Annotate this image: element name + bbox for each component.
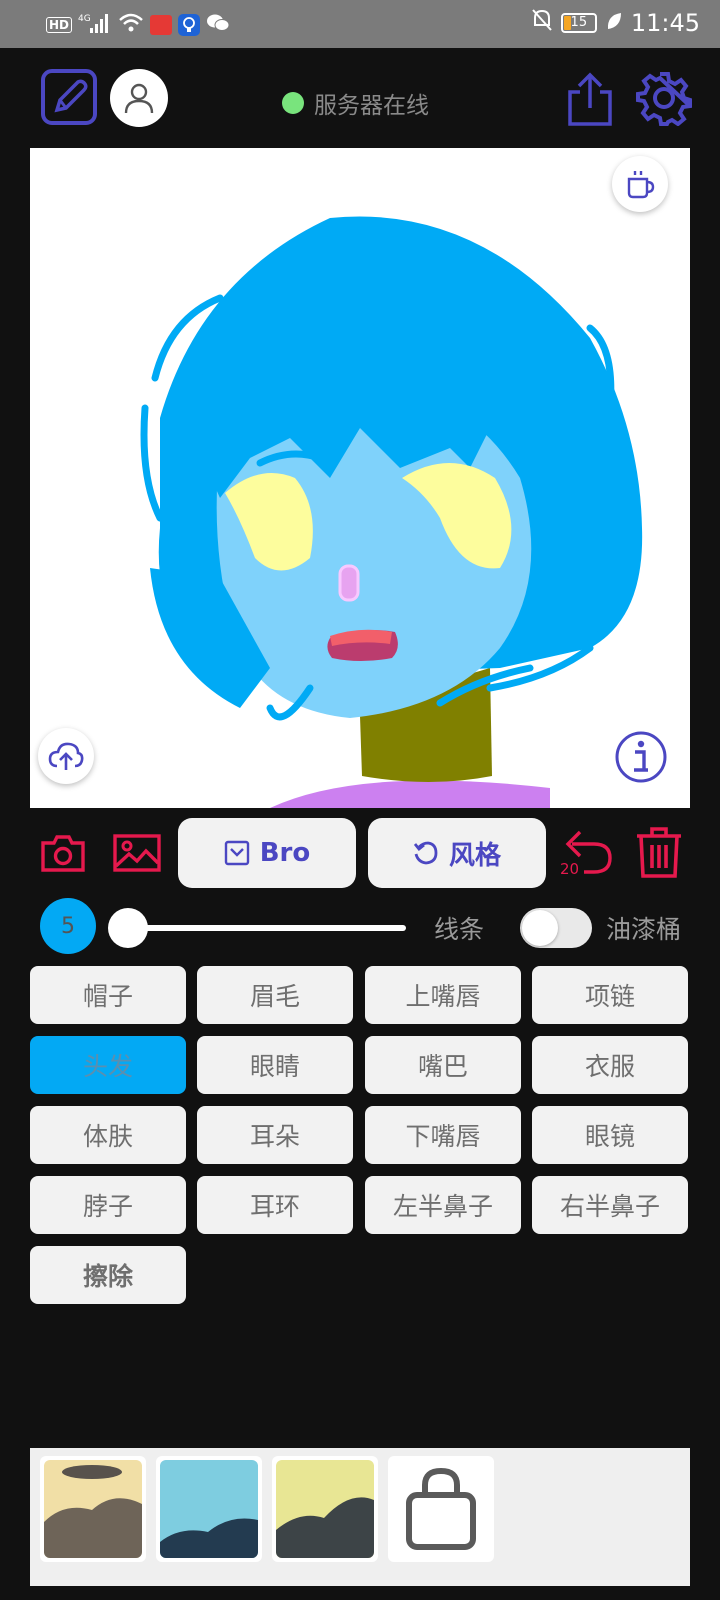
category-button[interactable]: 下嘴唇 — [365, 1106, 521, 1164]
category-button[interactable]: 耳环 — [197, 1176, 353, 1234]
dropdown-box-icon — [224, 840, 249, 866]
draw-mode-button[interactable] — [40, 68, 98, 126]
thumbnail-image — [44, 1460, 142, 1558]
category-button[interactable]: 右半鼻子 — [532, 1176, 688, 1234]
paint-bucket-toggle[interactable] — [520, 908, 592, 948]
category-button[interactable]: 上嘴唇 — [365, 966, 521, 1024]
wifi-icon — [118, 12, 144, 38]
category-button[interactable]: 左半鼻子 — [365, 1176, 521, 1234]
user-icon — [124, 83, 154, 114]
paint-bucket-label: 油漆桶 — [606, 915, 682, 944]
settings-button[interactable] — [636, 70, 692, 126]
toggle-knob — [522, 910, 558, 946]
edit-pencil-icon — [41, 69, 97, 125]
svg-text:4G: 4G — [78, 14, 91, 24]
gear-icon — [636, 72, 692, 126]
brush-size-badge: 5 — [40, 898, 96, 954]
category-button[interactable]: 项链 — [532, 966, 688, 1024]
shopping-bag-icon — [406, 1467, 476, 1550]
bulb-app-icon — [178, 14, 201, 36]
share-icon — [568, 72, 612, 126]
undo-count: 20 — [560, 860, 580, 878]
category-button[interactable]: 眼镜 — [532, 1106, 688, 1164]
style-thumbnail-2[interactable] — [156, 1456, 262, 1562]
category-button[interactable]: 衣服 — [532, 1036, 688, 1094]
status-right: 15 11:45 — [531, 8, 700, 38]
info-button[interactable] — [614, 730, 668, 784]
category-button[interactable]: 脖子 — [30, 1176, 186, 1234]
shop-button[interactable] — [388, 1456, 494, 1562]
refresh-icon — [413, 841, 438, 865]
app-notification-icon — [150, 15, 173, 35]
gallery-button[interactable] — [112, 832, 162, 874]
category-button[interactable]: 嘴巴 — [365, 1036, 521, 1094]
sketch-drawing — [140, 216, 643, 808]
bell-off-icon — [531, 8, 553, 38]
coffee-button[interactable] — [612, 156, 668, 212]
camera-icon — [41, 835, 85, 872]
hd-icon: HD — [46, 17, 73, 33]
camera-button[interactable] — [40, 832, 86, 874]
template-select-button[interactable]: Bro — [178, 818, 356, 888]
coffee-cup-icon — [627, 171, 655, 199]
server-status: 服务器在线 — [282, 86, 429, 120]
brush-size-slider-thumb[interactable] — [108, 908, 148, 948]
style-button[interactable]: 风格 — [368, 818, 546, 888]
template-select-label: Bro — [259, 838, 311, 868]
category-button[interactable]: 擦除 — [30, 1246, 186, 1304]
category-button[interactable]: 帽子 — [30, 966, 186, 1024]
delete-button[interactable] — [634, 826, 684, 880]
drawing-canvas[interactable] — [30, 148, 690, 808]
clock: 11:45 — [630, 9, 700, 37]
status-left-icons: HD 4G — [46, 12, 230, 38]
share-button[interactable] — [564, 72, 616, 128]
upload-cloud-button[interactable] — [38, 728, 94, 784]
style-thumbnail-1[interactable] — [40, 1456, 146, 1562]
category-button[interactable]: 体肤 — [30, 1106, 186, 1164]
image-icon — [113, 834, 161, 872]
4g-signal-icon: 4G — [78, 12, 112, 38]
cloud-upload-icon — [48, 742, 84, 770]
server-status-dot — [282, 92, 304, 114]
thumbnail-image — [160, 1460, 258, 1558]
category-button[interactable]: 耳朵 — [197, 1106, 353, 1164]
style-thumbnail-3[interactable] — [272, 1456, 378, 1562]
category-button[interactable]: 眉毛 — [197, 966, 353, 1024]
line-mode-label: 线条 — [434, 915, 485, 944]
battery-icon: 15 — [560, 13, 597, 33]
info-icon — [615, 731, 667, 783]
battery-level: 15 — [570, 15, 588, 30]
style-label: 风格 — [448, 840, 501, 871]
profile-avatar-button[interactable] — [110, 69, 168, 127]
undo-button[interactable]: 20 — [558, 826, 616, 882]
thumbnail-image — [276, 1460, 374, 1558]
category-button[interactable]: 头发 — [30, 1036, 186, 1094]
brush-size-track[interactable] — [124, 925, 406, 931]
server-status-label: 服务器在线 — [314, 93, 429, 119]
wechat-icon — [206, 12, 230, 38]
trash-icon — [637, 827, 681, 878]
category-button[interactable]: 眼睛 — [197, 1036, 353, 1094]
eco-leaf-icon — [605, 9, 623, 37]
status-bar: HD 4G 15 11:45 — [0, 0, 720, 48]
style-thumbnail-panel — [30, 1448, 690, 1586]
